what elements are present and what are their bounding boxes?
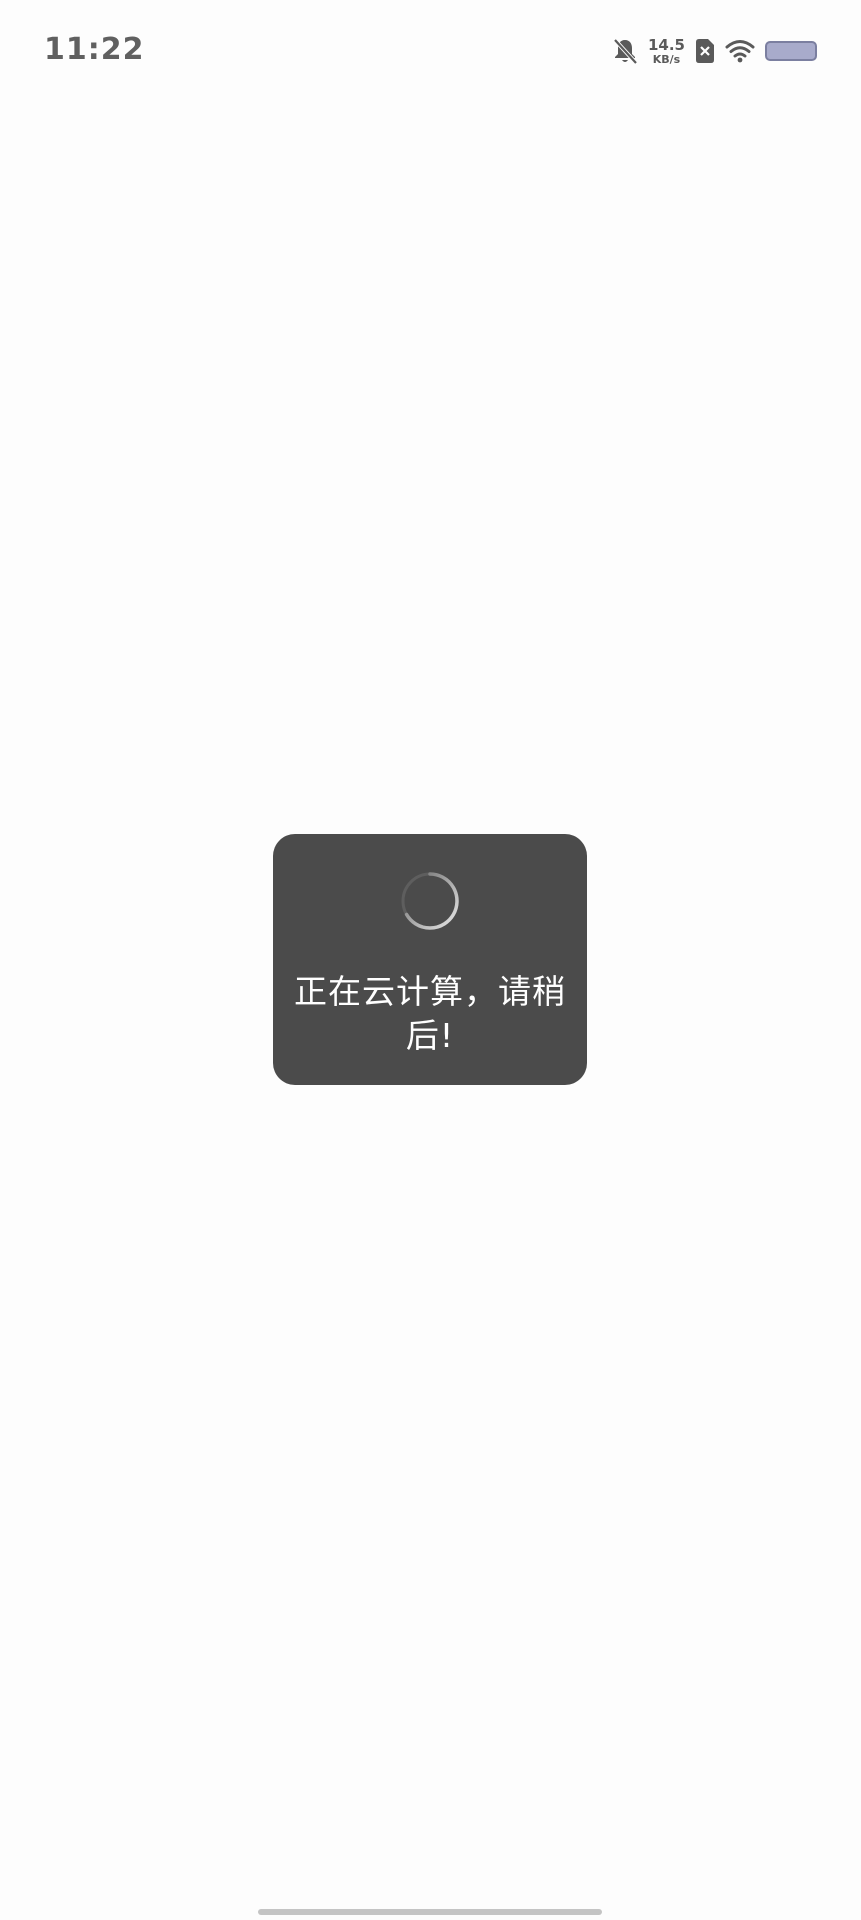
status-time: 11:22 xyxy=(44,32,145,67)
spinner-icon xyxy=(400,871,460,931)
screen: 11:22 14.5 KB/s 正在云计算，请稍后! xyxy=(0,0,861,1920)
status-bar: 11:22 14.5 KB/s xyxy=(0,0,861,100)
battery-icon xyxy=(765,41,817,61)
loading-dialog: 正在云计算，请稍后! xyxy=(273,834,587,1085)
sim-x-icon xyxy=(695,38,715,64)
network-speed-value: 14.5 xyxy=(647,35,685,54)
network-speed: 14.5 KB/s xyxy=(647,35,685,66)
wifi-icon xyxy=(725,39,755,63)
loading-message: 正在云计算，请稍后! xyxy=(294,972,566,1055)
bell-muted-icon xyxy=(612,37,638,65)
home-indicator[interactable] xyxy=(258,1909,602,1915)
network-speed-unit: KB/s xyxy=(652,52,681,66)
status-icons: 14.5 KB/s xyxy=(612,34,817,68)
